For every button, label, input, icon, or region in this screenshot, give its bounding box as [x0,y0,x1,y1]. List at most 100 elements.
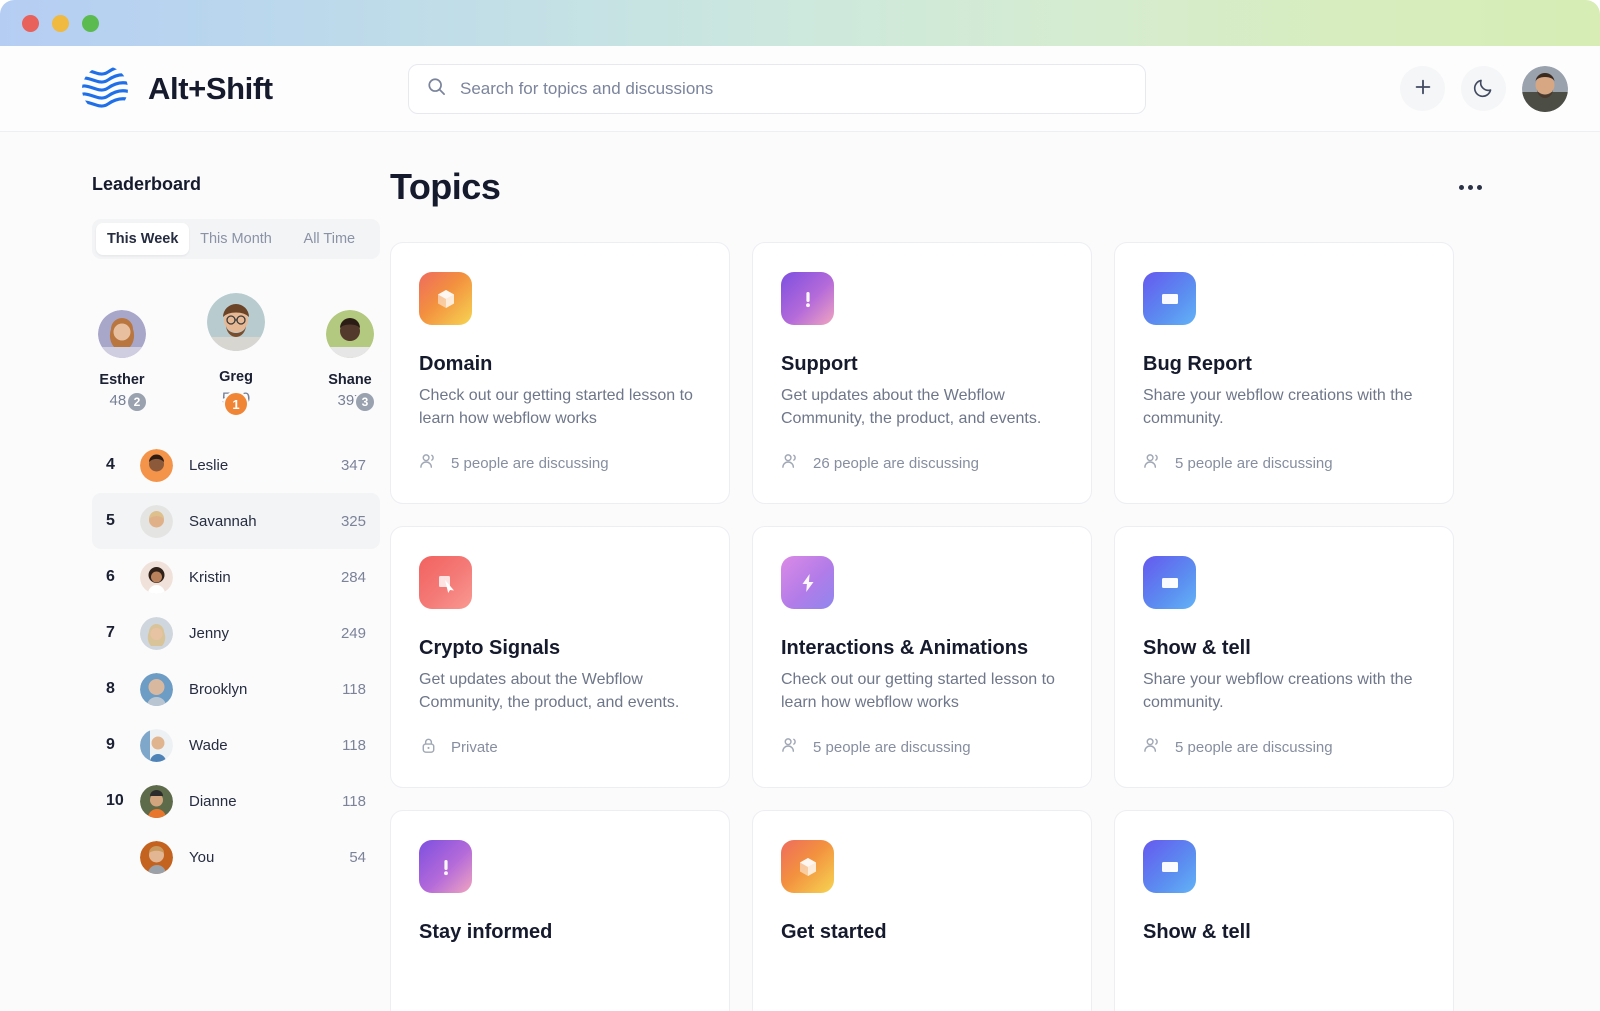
tab-this-week[interactable]: This Week [96,223,190,255]
topics-grid: Domain Check out our getting started les… [390,242,1490,1011]
rank: 8 [106,680,115,697]
search-input[interactable] [460,78,1127,99]
list-item[interactable]: 7 Jenny 249 [92,605,380,661]
leaderboard-sidebar: Leaderboard This Week This Month All Tim… [0,132,380,1011]
card-meta-text: 26 people are discussing [813,455,979,473]
avatar [140,672,173,706]
card-title: Domain [419,353,493,375]
topic-card[interactable]: Crypto Signals Get updates about the Web… [390,526,730,788]
avatar [140,504,173,538]
avatar [326,310,374,358]
list-item[interactable]: 5 Savannah 325 [92,493,380,549]
exclamation-icon [781,272,834,325]
plus-icon [1413,77,1433,100]
avatar [140,616,173,650]
card-meta-text: 5 people are discussing [813,739,971,757]
card-meta-text: 5 people are discussing [451,455,609,473]
list-item[interactable]: 8 Brooklyn 118 [92,661,380,717]
theme-toggle-button[interactable] [1461,66,1506,111]
leaderboard-title: Leaderboard [92,174,202,194]
card-description: Get updates about the Webflow Community,… [781,387,1042,427]
podium-first[interactable]: 1 Greg 550 [207,293,265,417]
ellipsis-icon [1459,184,1482,190]
app-header: Alt+Shift [0,46,1600,132]
card-meta: 5 people are discussing [1143,452,1425,475]
podium-second[interactable]: 2 Esther 484 [98,310,148,413]
search-icon [427,77,446,101]
people-icon [1143,452,1162,475]
podium-third[interactable]: 3 Shane 397 [326,310,376,413]
podium-name: Shane [328,372,372,388]
card-meta: 5 people are discussing [1143,736,1425,759]
card-title: Crypto Signals [419,637,561,659]
list-item[interactable]: 6 Kristin 284 [92,549,380,605]
people-icon [419,452,438,475]
rank-badge: 1 [223,391,249,417]
window-icon [1143,840,1196,893]
tab-this-month[interactable]: This Month [189,223,282,255]
user-name: Dianne [189,792,237,810]
user-name: Jenny [189,624,230,642]
rank: 9 [106,736,115,753]
user-name: Kristin [189,568,231,586]
card-meta: 5 people are discussing [781,736,1063,759]
bolt-icon [781,556,834,609]
window-icon [1143,556,1196,609]
user-name: You [189,848,215,866]
user-score: 118 [342,736,366,754]
moon-icon [1473,77,1494,101]
list-item[interactable]: 10 Dianne 118 [92,773,380,829]
card-description: Check out our getting started lesson to … [419,387,693,427]
user-name: Savannah [189,512,257,530]
podium-name: Esther [99,372,145,388]
brand-name: Alt+Shift [148,70,273,106]
avatar [140,448,173,482]
card-description: Share your webflow creations with the co… [1143,671,1413,711]
topic-card[interactable]: Show & tell Share your webflow creations… [1114,526,1454,788]
people-icon [781,452,800,475]
brand[interactable]: Alt+Shift [78,62,398,116]
search-box[interactable] [408,63,1146,114]
avatar [140,728,173,762]
user-name: Wade [189,736,228,754]
card-meta-text: Private [451,739,498,757]
topic-card[interactable]: Support Get updates about the Webflow Co… [752,242,1092,504]
topic-card[interactable]: Get started [752,810,1092,1011]
topic-card[interactable]: Interactions & Animations Check out our … [752,526,1092,788]
people-icon [781,736,800,759]
user-score: 284 [340,568,366,586]
rank: 10 [106,792,124,809]
profile-avatar[interactable] [1522,65,1568,112]
window-icon [1143,272,1196,325]
globe-waves-icon [78,62,132,116]
main-header: Topics [390,166,1490,208]
topic-card[interactable]: Show & tell [1114,810,1454,1011]
topic-card[interactable]: Domain Check out our getting started les… [390,242,730,504]
avatar [140,784,173,818]
user-score: 118 [342,792,366,810]
app-window: Alt+Shift Search for topics and discussi… [0,0,1600,1011]
card-meta: Private [419,736,701,759]
list-item[interactable]: 9 Wade 118 [92,717,380,773]
avatar [207,293,265,351]
rank: 7 [106,624,115,641]
rank: 5 [106,512,115,529]
close-window-button[interactable] [22,14,39,32]
card-description: Get updates about the Webflow Community,… [419,671,680,711]
rank-badge: 2 [126,391,148,413]
tab-all-time[interactable]: All Time [283,223,376,255]
user-score: 54 [349,848,366,866]
more-options-button[interactable] [1451,177,1490,198]
leaderboard-podium: 2 Esther 484 1 Greg 3 Shane 397 [92,293,380,417]
list-item-you[interactable]: You 54 [92,829,380,885]
leaderboard-list: 4 Leslie 347 5 Savannah 325 6 Kristin 28… [92,437,380,885]
minimize-window-button[interactable] [52,14,69,32]
add-button[interactable] [1400,66,1445,111]
podium-name: Greg [219,369,253,385]
list-item[interactable]: 4 Leslie 347 [92,437,380,493]
topic-card[interactable]: Bug Report Share your webflow creations … [1114,242,1454,504]
card-title: Show & tell [1143,921,1251,943]
card-title: Show & tell [1143,637,1251,659]
maximize-window-button[interactable] [82,14,99,32]
topic-card[interactable]: Stay informed [390,810,730,1011]
